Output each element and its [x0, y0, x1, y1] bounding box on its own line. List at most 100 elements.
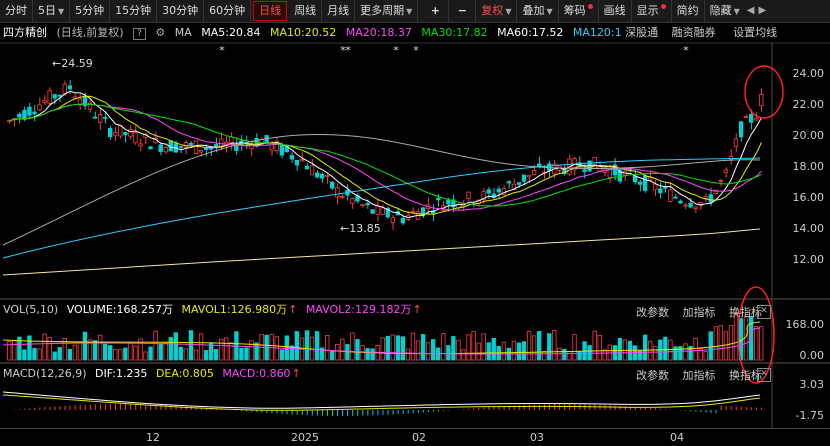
- candle-body: [294, 159, 300, 166]
- candle-body: [738, 121, 744, 138]
- volume-bar: [617, 337, 623, 361]
- candle-body: [163, 146, 168, 153]
- volume-bar: [572, 334, 577, 361]
- candle-body: [203, 148, 209, 150]
- volume-bar: [441, 333, 446, 361]
- vol-axis-label: 168.00: [785, 318, 825, 331]
- volume-bar: [198, 333, 204, 361]
- candle-body: [330, 181, 335, 189]
- vol-add-indicator-button[interactable]: 加指标: [683, 306, 716, 319]
- volume-bar: [521, 341, 527, 361]
- volume-bar: [355, 339, 360, 361]
- candle-body: [678, 200, 683, 204]
- vol-volume: VOLUME:168.257万: [66, 303, 173, 316]
- macd-add-indicator-button[interactable]: 加指标: [683, 369, 716, 382]
- volume-bar: [22, 349, 27, 361]
- candle-body: [466, 191, 471, 199]
- volume-bar: [178, 346, 184, 361]
- vol-title: VOL(5,10): [3, 303, 59, 316]
- volume-bar: [229, 342, 234, 361]
- candle-body: [314, 172, 320, 178]
- volume-bar: [385, 336, 390, 361]
- candle-body: [400, 217, 406, 224]
- volume-bar: [123, 347, 128, 361]
- macd-dif: DIF:1.235: [95, 367, 148, 380]
- volume-bar: [163, 342, 168, 361]
- volume-bar: [102, 343, 108, 361]
- volume-bar: [516, 342, 522, 361]
- volume-bar: [67, 348, 73, 361]
- candle-body: [486, 189, 491, 194]
- candle-body: [67, 85, 73, 90]
- volume-bar: [703, 351, 708, 361]
- volume-bar: [431, 339, 436, 361]
- candle-body: [92, 116, 98, 119]
- volume-bar: [304, 330, 310, 361]
- volume-bar: [47, 336, 52, 361]
- event-star-icon: *: [345, 44, 351, 57]
- candle-body: [693, 206, 698, 209]
- volume-bar: [390, 334, 395, 361]
- volume-bar: [335, 344, 340, 361]
- volume-bar: [72, 344, 78, 361]
- volume-bar: [446, 345, 451, 361]
- candle-body: [668, 189, 673, 202]
- dif-line: [2, 391, 761, 409]
- dea-line: [2, 394, 761, 411]
- candle-body: [309, 165, 315, 176]
- volume-bar: [148, 346, 153, 361]
- ma5-line: [9, 90, 762, 219]
- volume-bar: [547, 333, 552, 361]
- volume-bar: [486, 342, 491, 361]
- candle-body: [446, 199, 451, 205]
- candle-body: [340, 196, 345, 198]
- volume-bar: [294, 331, 300, 361]
- candle-body: [158, 144, 163, 153]
- volume-bar: [648, 340, 653, 361]
- candle-body: [410, 210, 416, 213]
- candle-body: [370, 209, 375, 214]
- volume-bar: [239, 347, 244, 361]
- candle-body: [506, 181, 512, 184]
- macd-panel-header: MACD(12,26,9) DIF:1.235 DEA:0.805 MACD:0…: [3, 367, 306, 381]
- candle-body: [375, 205, 380, 215]
- vol-close-icon[interactable]: ✕: [757, 305, 771, 319]
- volume-bar: [219, 338, 224, 361]
- candle-body: [97, 114, 103, 123]
- candle-body: [521, 174, 527, 182]
- volume-bar: [400, 336, 406, 361]
- volume-bar: [663, 336, 668, 361]
- candle-body: [335, 187, 340, 198]
- volume-bar: [754, 326, 759, 361]
- volume-bar: [597, 334, 602, 361]
- candle-body: [123, 132, 128, 136]
- volume-bar: [314, 331, 320, 361]
- vol-change-params-button[interactable]: 改参数: [636, 306, 669, 319]
- volume-bar: [511, 340, 517, 361]
- volume-bar: [491, 337, 496, 361]
- volume-bar: [168, 337, 173, 361]
- volume-bar: [673, 346, 678, 361]
- volume-bar: [203, 350, 209, 361]
- candle-body: [52, 94, 57, 99]
- macd-dea: DEA:0.805: [155, 367, 214, 380]
- volume-bar: [325, 335, 330, 361]
- volume-bar: [12, 339, 17, 361]
- candle-body: [57, 94, 62, 97]
- candle-body: [193, 140, 199, 154]
- volume-bar: [330, 351, 335, 361]
- candle-body: [748, 114, 754, 123]
- volume-bar: [678, 346, 683, 361]
- candle-body: [304, 165, 310, 170]
- candle-body: [658, 188, 663, 194]
- vol-panel-buttons: 改参数 加指标 换指标: [626, 304, 762, 320]
- candle-body: [531, 170, 537, 176]
- volume-bar: [592, 330, 597, 361]
- macd-close-icon[interactable]: ✕: [757, 368, 771, 382]
- volume-bar: [410, 332, 416, 361]
- volume-bar: [365, 348, 370, 361]
- volume-bar: [183, 348, 189, 361]
- up-arrow-icon: ↑: [291, 367, 301, 380]
- macd-change-params-button[interactable]: 改参数: [636, 369, 669, 382]
- volume-bar: [52, 351, 57, 361]
